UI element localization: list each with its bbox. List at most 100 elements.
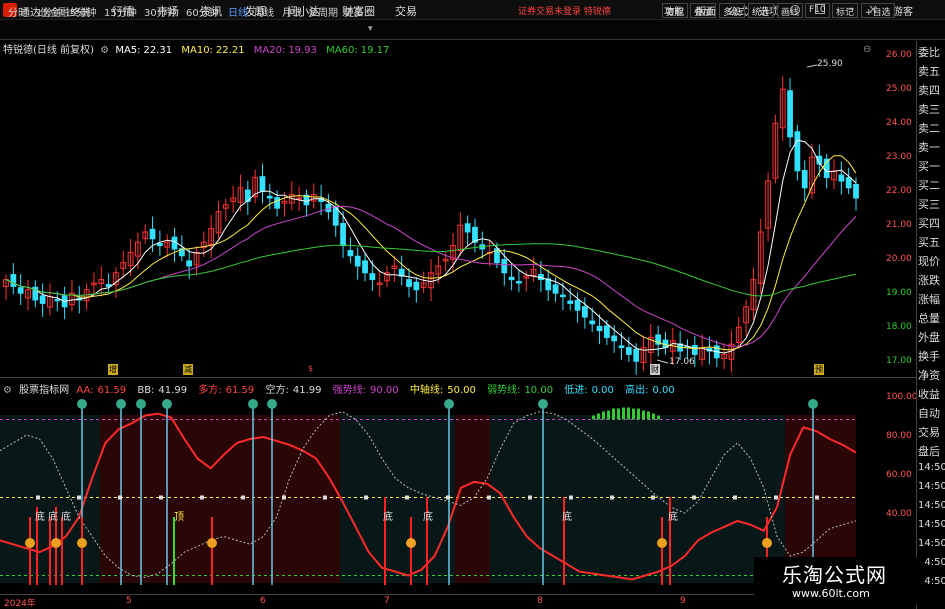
candle-body — [589, 320, 596, 325]
mid-dot — [692, 495, 696, 500]
side-panel-item[interactable]: 涨跌 — [918, 272, 940, 288]
side-panel-item[interactable]: 盘后 — [918, 443, 940, 459]
side-panel-item[interactable]: 14:50 — [918, 519, 945, 530]
candle-body — [574, 299, 581, 311]
bottom-signal-label: 底 — [423, 512, 433, 523]
chevron-down-icon[interactable]: ▾ — [368, 24, 373, 34]
event-marker[interactable]: 预 — [814, 364, 824, 375]
candle-body — [413, 281, 420, 291]
indicator-tick: 60.00 — [886, 470, 912, 480]
bottom-signal-label: 底 — [61, 512, 71, 523]
candle-body — [369, 273, 376, 281]
tab-timeshare[interactable]: 分时 — [8, 4, 28, 19]
tab-60min[interactable]: 60分钟 — [186, 4, 219, 19]
ma5-line — [5, 139, 857, 354]
tab-1min[interactable]: 1分钟 — [36, 4, 62, 19]
side-divider — [916, 41, 917, 609]
side-panel-item[interactable]: 现价 — [918, 253, 940, 269]
candle-body — [611, 335, 618, 342]
ma10-line — [5, 155, 857, 351]
candle-body — [516, 280, 522, 284]
candle-body — [186, 260, 193, 267]
side-panel-item[interactable]: 净资 — [918, 367, 940, 383]
side-panel-item[interactable]: 卖二 — [918, 120, 940, 136]
tab-5min[interactable]: 5分钟 — [70, 4, 96, 19]
signal-bar — [632, 408, 635, 420]
side-panel-item[interactable]: 买二 — [918, 177, 940, 193]
candle-body — [17, 287, 24, 294]
event-marker[interactable]: $ — [308, 364, 313, 373]
candle-body — [625, 347, 632, 355]
high-price-label: 25.90 — [817, 59, 843, 69]
side-panel-item[interactable]: 14:50 — [918, 462, 945, 473]
side-panel-item[interactable]: 换手 — [918, 348, 940, 364]
statistics-button[interactable]: 统计 — [748, 3, 775, 18]
side-panel-item[interactable]: 14:50 — [918, 500, 945, 511]
tab-multi-period[interactable]: 多周期 — [308, 4, 338, 19]
side-panel-item[interactable]: 总量 — [918, 310, 940, 326]
tab-more[interactable]: 更多 — [344, 4, 364, 19]
side-panel-item[interactable]: 卖一 — [918, 139, 940, 155]
mid-dot — [118, 495, 122, 500]
candle-body — [787, 90, 793, 138]
mid-dot — [323, 495, 327, 500]
guest-label[interactable]: 游客 — [893, 3, 913, 18]
tab-daily[interactable]: 日线 — [228, 4, 248, 19]
period-bar — [0, 20, 945, 40]
tab-30min[interactable]: 30分钟 — [144, 4, 177, 19]
side-panel-item[interactable]: 卖三 — [918, 101, 940, 117]
restore-rights-button[interactable]: 复权 — [662, 3, 689, 18]
signal-bar — [607, 410, 610, 420]
overlay-button[interactable]: 叠加 — [690, 3, 717, 18]
candle-body — [10, 274, 17, 287]
side-panel-item[interactable]: 买一 — [918, 158, 940, 174]
side-panel-item[interactable]: 14:50 — [918, 481, 945, 492]
side-panel-item[interactable]: 委比 — [918, 44, 940, 60]
side-panel-item[interactable]: 收益 — [918, 386, 940, 402]
mark-button[interactable]: 标记 — [832, 3, 859, 18]
check-circle-icon — [808, 399, 818, 409]
mid-dot — [651, 495, 655, 500]
candle-body — [39, 295, 46, 304]
low-price-label: 17.06 — [669, 357, 695, 367]
mid-dot — [200, 495, 204, 500]
side-panel-item[interactable]: 14:50 — [918, 538, 945, 549]
candle-body — [552, 284, 559, 294]
tab-15min[interactable]: 15分钟 — [104, 4, 137, 19]
draw-line-button[interactable]: 画线 — [777, 3, 804, 18]
side-panel-item[interactable]: 买五 — [918, 234, 940, 250]
signal-bar — [657, 415, 660, 420]
f10-button[interactable]: F10 — [805, 3, 830, 18]
event-marker[interactable]: 财 — [650, 364, 660, 375]
candle-body — [794, 131, 801, 172]
candle-body — [362, 260, 368, 274]
side-panel-item[interactable]: 交易 — [918, 424, 940, 440]
mid-dot — [733, 495, 737, 500]
chart-info: 特锐德(日线 前复权) ⚙ MA5: 22.31 MA10: 22.21 MA20:… — [3, 41, 395, 56]
side-panel-item[interactable]: 买四 — [918, 215, 940, 231]
side-panel-item[interactable]: 买三 — [918, 196, 940, 212]
mid-dot — [405, 495, 409, 500]
mid-dot — [528, 495, 532, 500]
menu-trade[interactable]: 交易 — [395, 3, 417, 19]
event-marker[interactable]: 增 — [108, 364, 118, 375]
tab-monthly[interactable]: 月线 — [282, 4, 302, 19]
indicator-chart[interactable] — [0, 395, 884, 593]
price-tick: 20.00 — [886, 254, 912, 264]
candle-body — [603, 325, 610, 338]
candle-body — [633, 348, 640, 362]
candle-body — [266, 195, 273, 199]
tab-weekly[interactable]: 周线 — [254, 4, 274, 19]
side-panel-item[interactable]: 卖五 — [918, 63, 940, 79]
side-panel-item[interactable]: 涨幅 — [918, 291, 940, 307]
multi-stock-button[interactable]: 多股 — [719, 3, 746, 18]
side-panel-item[interactable]: 卖四 — [918, 82, 940, 98]
event-marker[interactable]: 减 — [183, 364, 193, 375]
candlestick-chart[interactable] — [0, 55, 884, 375]
buy-circle-icon — [762, 538, 772, 548]
zoom-icon[interactable]: ⊖ — [863, 44, 871, 55]
side-panel-item[interactable]: 自动 — [918, 405, 940, 421]
check-circle-icon — [116, 399, 126, 409]
side-panel-item[interactable]: 外盘 — [918, 329, 940, 345]
add-watchlist-button[interactable]: +自选 — [861, 3, 895, 18]
